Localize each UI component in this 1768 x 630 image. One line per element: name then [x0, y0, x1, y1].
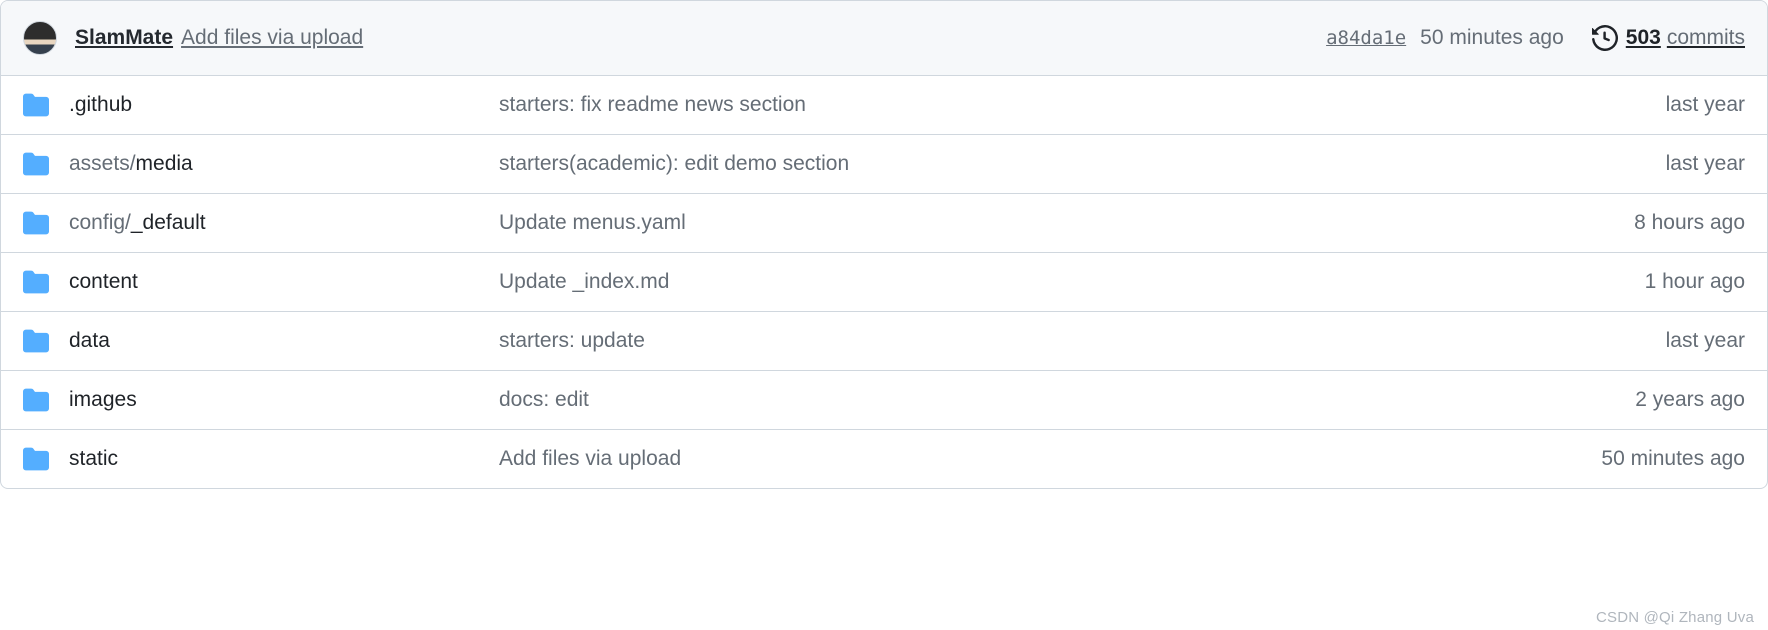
file-commit-message: Update menus.yaml — [499, 211, 1618, 235]
history-icon — [1592, 25, 1618, 51]
file-age: last year — [1666, 329, 1745, 353]
folder-icon — [23, 387, 49, 413]
commit-history-link[interactable]: 503 commits — [1592, 25, 1745, 51]
file-row: content Update _index.md 1 hour ago — [1, 253, 1767, 312]
file-basename: .github — [69, 93, 132, 116]
file-commit-message-link[interactable]: starters: fix readme news section — [499, 93, 806, 116]
commit-sha[interactable]: a84da1e — [1326, 27, 1406, 49]
folder-icon — [23, 269, 49, 295]
file-browser: SlamMate Add files via upload a84da1e 50… — [0, 0, 1768, 489]
author-link[interactable]: SlamMate — [75, 26, 173, 50]
file-commit-message: starters(academic): edit demo section — [499, 152, 1650, 176]
file-commit-message-link[interactable]: Update menus.yaml — [499, 211, 686, 234]
file-age: last year — [1666, 93, 1745, 117]
file-name: content — [69, 270, 499, 294]
latest-commit-message[interactable]: Add files via upload — [181, 26, 1326, 50]
file-basename: media — [136, 152, 193, 175]
folder-icon — [23, 92, 49, 118]
file-row: images docs: edit 2 years ago — [1, 371, 1767, 430]
file-row: static Add files via upload 50 minutes ago — [1, 430, 1767, 488]
latest-commit-time: 50 minutes ago — [1420, 26, 1564, 50]
file-name: .github — [69, 93, 499, 117]
file-name: images — [69, 388, 499, 412]
file-commit-message: starters: fix readme news section — [499, 93, 1650, 117]
file-name: config/_default — [69, 211, 499, 235]
file-name: data — [69, 329, 499, 353]
file-age: 2 years ago — [1635, 388, 1745, 412]
file-basename: images — [69, 388, 137, 411]
path-prefix: config/ — [69, 211, 131, 234]
file-age: last year — [1666, 152, 1745, 176]
folder-icon — [23, 328, 49, 354]
file-commit-message-link[interactable]: docs: edit — [499, 388, 589, 411]
path-prefix: assets/ — [69, 152, 136, 175]
folder-icon — [23, 446, 49, 472]
file-basename: content — [69, 270, 138, 293]
folder-icon — [23, 151, 49, 177]
file-commit-message: Add files via upload — [499, 447, 1585, 471]
file-name-link[interactable]: images — [69, 388, 137, 411]
folder-icon — [23, 210, 49, 236]
file-name-link[interactable]: config/_default — [69, 211, 206, 234]
file-basename: _default — [131, 211, 206, 234]
file-name: assets/media — [69, 152, 499, 176]
file-name-link[interactable]: content — [69, 270, 138, 293]
file-name-link[interactable]: assets/media — [69, 152, 193, 175]
latest-commit-bar: SlamMate Add files via upload a84da1e 50… — [1, 1, 1767, 76]
file-commit-message-link[interactable]: starters: update — [499, 329, 645, 352]
file-row: data starters: update last year — [1, 312, 1767, 371]
file-commit-message-link[interactable]: starters(academic): edit demo section — [499, 152, 849, 175]
file-commit-message-link[interactable]: Add files via upload — [499, 447, 681, 470]
file-list: .github starters: fix readme news section… — [1, 76, 1767, 488]
commits-count: 503 — [1626, 26, 1661, 50]
file-age: 8 hours ago — [1634, 211, 1745, 235]
commits-label: commits — [1667, 26, 1745, 50]
file-name-link[interactable]: data — [69, 329, 110, 352]
avatar[interactable] — [23, 21, 57, 55]
file-basename: data — [69, 329, 110, 352]
file-row: .github starters: fix readme news section… — [1, 76, 1767, 135]
file-commit-message: Update _index.md — [499, 270, 1629, 294]
file-commit-message: starters: update — [499, 329, 1650, 353]
file-name-link[interactable]: .github — [69, 93, 132, 116]
file-name: static — [69, 447, 499, 471]
file-age: 1 hour ago — [1645, 270, 1745, 294]
file-row: assets/media starters(academic): edit dem… — [1, 135, 1767, 194]
file-basename: static — [69, 447, 118, 470]
file-commit-message-link[interactable]: Update _index.md — [499, 270, 669, 293]
file-row: config/_default Update menus.yaml 8 hours … — [1, 194, 1767, 253]
latest-commit-summary: SlamMate Add files via upload — [75, 26, 1326, 50]
watermark: CSDN @Qi Zhang Uva — [1596, 609, 1754, 626]
file-name-link[interactable]: static — [69, 447, 118, 470]
file-age: 50 minutes ago — [1601, 447, 1745, 471]
file-commit-message: docs: edit — [499, 388, 1619, 412]
